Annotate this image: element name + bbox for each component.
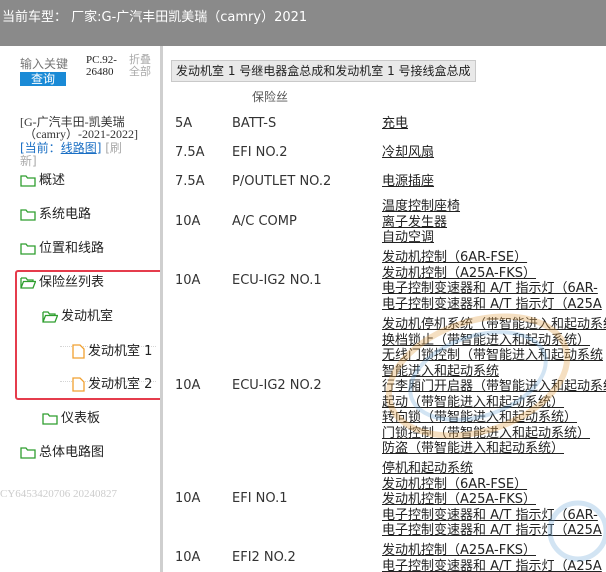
- circuit-link[interactable]: 门锁控制（带智能进入和起动系统）: [382, 426, 606, 442]
- circuit-link[interactable]: 冷却风扇: [382, 145, 434, 161]
- title-bar: 当前车型： 厂家:G-广汽丰田凯美瑞（camry）2021: [0, 0, 606, 46]
- circuit-link[interactable]: 电子控制变速器和 A/T 指示灯（A25A: [382, 523, 602, 539]
- current-location: [当前：线路图] [刷 新]: [20, 142, 160, 168]
- circuit-link[interactable]: 发动机控制（6AR-FSE）: [382, 477, 602, 493]
- tree-label: 位置和线路: [39, 241, 105, 256]
- search-input[interactable]: [18, 56, 82, 72]
- tree-label: 总体电路图: [39, 445, 105, 460]
- fuse-name: ECU-IG2 NO.2: [232, 378, 322, 393]
- fuse-name: BATT-S: [232, 116, 277, 131]
- fuse-circuits: 充电: [382, 116, 408, 132]
- fuse-amp: 10A: [175, 491, 201, 506]
- circuit-link[interactable]: 停机和起动系统: [382, 461, 602, 477]
- circuit-link[interactable]: 电子控制变速器和 A/T 指示灯（A25A: [382, 559, 602, 572]
- circuit-link[interactable]: 电子控制变速器和 A/T 指示灯（A25A: [382, 297, 602, 313]
- fuse-name: EFI NO.1: [232, 491, 288, 506]
- tree-label: 系统电路: [39, 207, 92, 222]
- refresh-link[interactable]: 新]: [20, 154, 37, 168]
- selection-highlight: [15, 270, 160, 400]
- circuit-link[interactable]: 发动机控制（A25A-FKS）: [382, 266, 602, 282]
- fuse-circuits: 温度控制座椅 离子发生器 自动空调: [382, 199, 460, 246]
- folder-icon: [42, 413, 58, 425]
- model-line: （camry）-2021-2022]: [24, 127, 138, 141]
- version-line: 26480: [86, 66, 114, 78]
- tree-item-overview[interactable]: 概述: [20, 172, 65, 190]
- fuse-amp: 7.5A: [175, 145, 205, 160]
- circuit-link[interactable]: 电子控制变速器和 A/T 指示灯（6AR-: [382, 508, 602, 524]
- window-title: 当前车型： 厂家:G-广汽丰田凯美瑞（camry）2021: [2, 10, 308, 25]
- collapse-all-button[interactable]: 折叠 全部: [129, 54, 151, 78]
- column-header-fuse: 保险丝: [252, 90, 289, 104]
- circuit-link[interactable]: 无线门锁控制（带智能进入和起动系统: [382, 348, 606, 364]
- fuse-name: EFI2 NO.2: [232, 550, 296, 565]
- circuit-link[interactable]: 发动机控制（6AR-FSE）: [382, 250, 602, 266]
- folder-icon: [20, 175, 36, 187]
- fuse-amp: 5A: [175, 116, 193, 131]
- circuit-link[interactable]: 防盗（带智能进入和起动系统）: [382, 441, 606, 457]
- circuit-link[interactable]: 自动空调: [382, 230, 460, 246]
- circuit-link[interactable]: 发动机控制（A25A-FKS）: [382, 492, 602, 508]
- sidebar: 查询 PC.92- 26480 折叠 全部 [G-广汽丰田-凯美瑞 （camry…: [0, 46, 160, 572]
- fuse-name: P/OUTLET NO.2: [232, 174, 332, 189]
- collapse-label: 全部: [129, 65, 151, 78]
- circuit-link[interactable]: 起动（带智能进入和起动系统）: [382, 395, 606, 411]
- fuse-amp: 10A: [175, 550, 201, 565]
- circuit-link[interactable]: 换档锁止（带智能进入和起动系统）: [382, 333, 606, 349]
- tree-item-system-circuits[interactable]: 系统电路: [20, 206, 91, 224]
- circuit-link[interactable]: 发动机控制（A25A-FKS）: [382, 543, 602, 559]
- tree-item-instrument-panel[interactable]: 仪表板: [42, 410, 100, 428]
- current-suffix: ]: [96, 141, 102, 155]
- circuit-link[interactable]: 发动机停机系统（带智能进入和起动系统: [382, 317, 606, 333]
- fuse-table-panel: 发动机室 1 号继电器盒总成和发动机室 1 号接线盒总成 保险丝 5A BATT…: [163, 46, 606, 572]
- fuse-circuits: 发动机控制（A25A-FKS） 电子控制变速器和 A/T 指示灯（A25A: [382, 543, 602, 572]
- watermark-text: CY6453420706 20240827: [0, 488, 118, 500]
- circuit-link[interactable]: 充电: [382, 116, 408, 132]
- fuse-name: A/C COMP: [232, 214, 297, 229]
- refresh-link[interactable]: [刷: [105, 141, 122, 155]
- circuit-link[interactable]: 温度控制座椅: [382, 199, 460, 215]
- folder-icon: [20, 243, 36, 255]
- tree-item-location-routing[interactable]: 位置和线路: [20, 240, 104, 258]
- fuse-amp: 7.5A: [175, 174, 205, 189]
- circuit-link[interactable]: 智能进入和起动系统: [382, 364, 606, 380]
- fuse-circuits: 电源插座: [382, 174, 434, 190]
- tree-item-overall-wiring[interactable]: 总体电路图: [20, 444, 104, 462]
- version-line: PC.92-: [86, 54, 117, 66]
- folder-icon: [20, 447, 36, 459]
- fuse-circuits: 发动机停机系统（带智能进入和起动系统 换档锁止（带智能进入和起动系统） 无线门锁…: [382, 317, 606, 457]
- circuit-link[interactable]: 离子发生器: [382, 215, 460, 231]
- fuse-amp: 10A: [175, 273, 201, 288]
- vehicle-model: [G-广汽丰田-凯美瑞 （camry）-2021-2022]: [20, 116, 160, 140]
- current-prefix: [当前：: [20, 141, 61, 155]
- fuse-circuits: 停机和起动系统 发动机控制（6AR-FSE） 发动机控制（A25A-FKS） 电…: [382, 461, 602, 539]
- fuse-amp: 10A: [175, 378, 201, 393]
- circuit-link[interactable]: 行李厢门开启器（带智能进入和起动系统: [382, 379, 606, 395]
- section-title: 发动机室 1 号继电器盒总成和发动机室 1 号接线盒总成: [171, 60, 476, 82]
- fuse-name: EFI NO.2: [232, 145, 288, 160]
- fuse-circuits: 发动机控制（6AR-FSE） 发动机控制（A25A-FKS） 电子控制变速器和 …: [382, 250, 602, 312]
- tree-label: 仪表板: [61, 411, 101, 426]
- fuse-name: ECU-IG2 NO.1: [232, 273, 322, 288]
- tree-label: 概述: [39, 173, 66, 188]
- circuit-link[interactable]: 转向锁（带智能进入和起动系统）: [382, 410, 606, 426]
- search-button[interactable]: 查询: [20, 72, 66, 86]
- circuit-link[interactable]: 电源插座: [382, 174, 434, 190]
- fuse-circuits: 冷却风扇: [382, 145, 434, 161]
- fuse-amp: 10A: [175, 214, 201, 229]
- current-link[interactable]: 线路图: [61, 141, 97, 155]
- circuit-link[interactable]: 电子控制变速器和 A/T 指示灯（6AR-: [382, 281, 602, 297]
- folder-icon: [20, 209, 36, 221]
- version-label: PC.92- 26480: [86, 54, 117, 78]
